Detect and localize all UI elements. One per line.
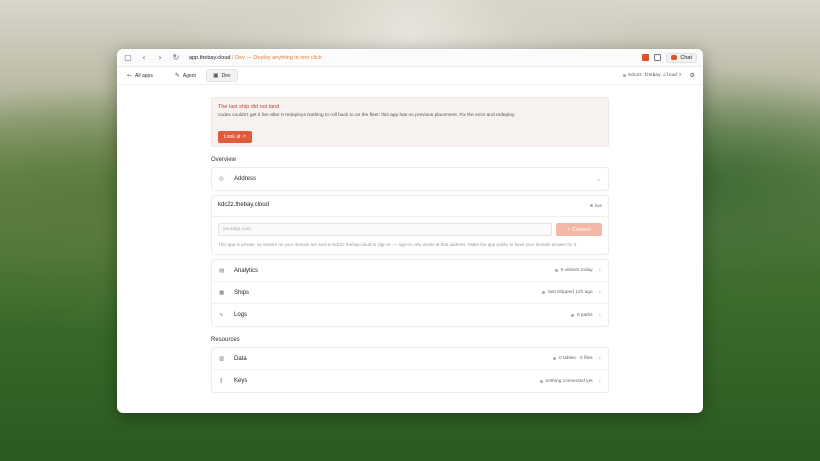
tab-agent[interactable]: ✎ Agent (169, 70, 202, 81)
ships-meta-text: last shipped 12h ago (548, 290, 593, 295)
keys-meta-text: nothing connected yet (545, 378, 593, 384)
keys-meta: nothing connected yet (539, 378, 593, 384)
connect-button[interactable]: + Connect (556, 223, 602, 236)
reload-icon[interactable]: ↻ (171, 53, 181, 63)
analytics-meta: 0 visitors today (554, 268, 593, 273)
forward-icon[interactable]: › (155, 53, 165, 63)
title-bar: ▢ ‹ › ↻ app.thebay.cloud / Dev — Deploy … (117, 49, 703, 67)
ships-label: Ships (234, 289, 250, 296)
chevron-right-icon: › (598, 355, 601, 362)
resources-list: ▥ Data 0 tables · 0 files › ⚷ Keys nothi… (211, 347, 609, 393)
keys-label: Keys (234, 378, 248, 384)
domain-chip-close[interactable]: × (679, 73, 682, 78)
app-nav: ← All apps ✎ Agent ▣ Dev kdc2z.thebay.cl… (117, 67, 703, 85)
all-apps-button[interactable]: ← All apps (125, 70, 159, 81)
arrow-left-icon: ← (127, 72, 133, 79)
all-apps-label: All apps (135, 72, 153, 79)
sidebar-toggle-icon[interactable]: ▢ (123, 53, 133, 63)
chevron-right-icon: › (598, 267, 601, 274)
data-meta: 0 tables · 0 files (552, 356, 593, 361)
analytics-label: Analytics (234, 267, 259, 274)
status-dot (539, 379, 543, 383)
alert-body: codex couldn't get it live after 0 redep… (218, 113, 516, 118)
logs-meta-text: 0 paths (576, 312, 593, 318)
ships-meta: last shipped 12h ago (542, 290, 593, 295)
tab-agent-label: Agent (182, 72, 196, 79)
chevron-right-icon: › (598, 311, 601, 319)
ships-icon: ▦ (219, 289, 225, 296)
chat-label: Chat (680, 54, 692, 61)
domain-chip-label: kdc2z.thebay.cloud (628, 73, 677, 78)
overview-heading: Overview (211, 157, 237, 163)
url-host: app.thebay.cloud (189, 54, 231, 61)
analytics-icon: ▤ (219, 267, 225, 274)
back-icon[interactable]: ‹ (139, 53, 149, 63)
overview-list: ▤ Analytics 0 visitors today › ▦ Ships l… (211, 259, 609, 327)
analytics-meta-text: 0 visitors today (560, 268, 593, 273)
address-bar[interactable]: app.thebay.cloud / Dev — Deploy anything… (189, 55, 642, 61)
resources-heading: Resources (211, 337, 240, 343)
data-label: Data (234, 355, 247, 362)
address-card: ◎ Address ⌄ (211, 167, 609, 191)
url-subtitle: Dev — Deploy anything in one click (235, 54, 322, 61)
look-at-button[interactable]: Look at ↗ (218, 131, 252, 143)
list-item-ships[interactable]: ▦ Ships last shipped 12h ago › (212, 282, 608, 304)
status-dot (542, 291, 546, 294)
live-label: live (595, 202, 602, 208)
connect-label: Connect (572, 226, 591, 233)
settings-icon[interactable]: ⚙ (690, 72, 695, 79)
list-item-keys[interactable]: ⚷ Keys nothing connected yet › (212, 370, 608, 392)
address-row[interactable]: ◎ Address ⌄ (212, 168, 608, 190)
address-label: Address (234, 176, 257, 182)
live-badge: live (590, 203, 602, 208)
list-item-analytics[interactable]: ▤ Analytics 0 visitors today › (212, 260, 608, 282)
status-dot (623, 74, 627, 77)
main-content: The last ship did not land codex couldn'… (211, 97, 609, 393)
tabs-icon[interactable] (654, 54, 662, 61)
status-dot (554, 269, 558, 272)
agent-icon: ✎ (174, 72, 180, 79)
chevron-down-icon: ⌄ (595, 175, 601, 183)
chevron-right-icon: › (598, 289, 601, 296)
domain-hint: This app is private, so visitors on your… (218, 242, 578, 247)
status-dot (570, 313, 574, 317)
list-item-data[interactable]: ▥ Data 0 tables · 0 files › (212, 348, 608, 370)
list-item-logs[interactable]: ∿ Logs 0 paths › (212, 304, 608, 326)
link-icon: + (567, 226, 571, 233)
database-icon: ▥ (219, 355, 225, 362)
custom-domain-input[interactable]: yourapp.com (218, 223, 552, 236)
tab-dev-label: Dev (221, 72, 231, 79)
chat-icon (671, 55, 678, 60)
data-meta-text: 0 tables · 0 files (558, 356, 593, 361)
logs-label: Logs (234, 312, 248, 318)
extension-icon[interactable] (642, 54, 650, 61)
logs-meta: 0 paths (570, 312, 593, 318)
alert-title: The last ship did not land (218, 104, 280, 110)
address-details: kdc2z.thebay.cloud live yourapp.com + Co… (211, 195, 609, 255)
dev-icon: ▣ (212, 72, 219, 79)
domain-chip[interactable]: kdc2z.thebay.cloud × (623, 73, 682, 78)
address-host: kdc2z.thebay.cloud (218, 202, 269, 208)
globe-icon: ◎ (219, 176, 224, 182)
live-dot (590, 203, 594, 207)
chevron-right-icon: › (598, 377, 601, 385)
status-dot (552, 357, 556, 360)
browser-window: ▢ ‹ › ↻ app.thebay.cloud / Dev — Deploy … (117, 49, 703, 413)
chat-button[interactable]: Chat (666, 52, 697, 63)
error-alert: The last ship did not land codex couldn'… (211, 97, 609, 147)
key-icon: ⚷ (219, 378, 224, 384)
tab-dev[interactable]: ▣ Dev (205, 69, 238, 82)
logs-icon: ∿ (219, 312, 224, 318)
